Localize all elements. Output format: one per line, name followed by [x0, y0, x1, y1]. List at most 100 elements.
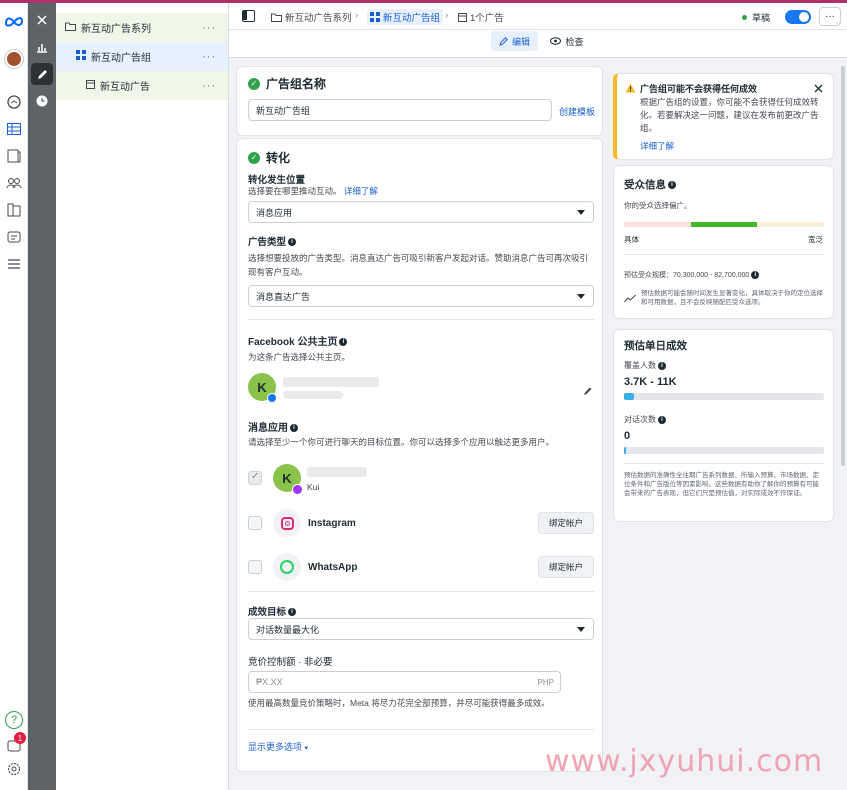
eye-icon: [550, 37, 562, 45]
whatsapp-checkbox[interactable]: [248, 560, 262, 574]
tree-campaign-more-icon[interactable]: ···: [202, 22, 216, 34]
audience-breadth-meter: [624, 222, 824, 227]
info-icon[interactable]: i: [751, 271, 760, 280]
audience-sub: 你的受众选择偏广。: [624, 201, 692, 210]
breadcrumb-ad-label: 1个广告: [470, 13, 504, 24]
location-select[interactable]: 消息应用: [248, 201, 594, 223]
pencil-edit-icon[interactable]: [31, 63, 53, 85]
ad-type-select-value: 消息直达广告: [256, 291, 311, 302]
ad-type-sub: 选择想要投放的广告类型。消息直达广告可吸引新客户发起对话。赞助消息广告可再次吸引…: [248, 253, 589, 277]
info-icon[interactable]: i: [668, 181, 676, 190]
messenger-badge-icon: [292, 484, 303, 495]
page-avatar-letter: K: [257, 379, 267, 395]
tab-review-label: 检查: [565, 36, 584, 47]
fb-page-sub: 为这条广告选择公共主页。: [248, 352, 351, 362]
redacted-page-id: [283, 391, 343, 399]
tree-ad-more-icon[interactable]: ···: [202, 80, 216, 92]
daily-title: 预估单日成效: [624, 340, 687, 352]
publish-toggle[interactable]: [785, 10, 811, 24]
folder-icon: [271, 13, 282, 22]
edit-page-pencil-icon[interactable]: [583, 385, 593, 399]
ad-type-label-text: 广告类型: [248, 237, 287, 248]
whatsapp-bind-account-button[interactable]: 绑定帐户: [538, 556, 594, 578]
goal-label: 成效目标 i: [248, 604, 297, 618]
folder-icon: [65, 22, 76, 34]
dashboard-icon[interactable]: [4, 92, 24, 112]
chart-icon[interactable]: [31, 36, 53, 58]
billing-icon[interactable]: [4, 227, 24, 247]
adset-name-input[interactable]: 新互动广告组: [248, 99, 552, 121]
info-icon[interactable]: i: [290, 424, 298, 433]
tree-adset-row[interactable]: 新互动广告组 ···: [56, 42, 228, 71]
help-icon[interactable]: ?: [4, 710, 24, 730]
reach-value: 3.7K - 11K: [624, 376, 677, 388]
instagram-label: Instagram: [308, 518, 356, 529]
caret-down-icon: ▾: [304, 745, 309, 752]
redacted-page-name: [283, 377, 379, 387]
clock-history-icon[interactable]: [31, 90, 53, 112]
tree-ad-row[interactable]: 新互动广告 ···: [56, 71, 228, 100]
reach-bar-fill: [624, 393, 634, 400]
info-icon[interactable]: i: [288, 238, 297, 247]
trend-icon: [624, 292, 636, 306]
instagram-icon: [273, 509, 301, 537]
messaging-label-text: 消息应用: [248, 423, 288, 434]
scrollbar[interactable]: [841, 66, 845, 466]
breadcrumb-campaign-label: 新互动广告系列: [285, 13, 352, 24]
adset-name-title: 广告组名称: [266, 77, 327, 91]
audience-left-label: 具体: [624, 235, 639, 244]
goal-select-value: 对话数量最大化: [256, 624, 320, 635]
messenger-checkbox[interactable]: ✓: [248, 471, 262, 485]
ad-type-select[interactable]: 消息直达广告: [248, 285, 594, 307]
audience-icon[interactable]: [4, 173, 24, 193]
goal-select[interactable]: 对话数量最大化: [248, 618, 594, 640]
ad-icon: [458, 12, 467, 22]
reach-label-text: 覆盖人数: [624, 361, 656, 370]
audience-note: 预估数据可能会随时间发生显著变化，具体取决于你的定位选择和可用数据，且不会反映随…: [641, 290, 823, 306]
ad-icon: [86, 79, 95, 92]
success-check-icon: ✓: [248, 77, 260, 90]
notifications-icon[interactable]: 1: [4, 732, 26, 756]
bid-placeholder: ₱X.XX: [256, 677, 283, 687]
tab-edit[interactable]: 编辑: [491, 31, 538, 51]
info-icon[interactable]: i: [658, 415, 666, 424]
breadcrumb-ad[interactable]: 1个广告: [458, 9, 504, 25]
location-sub-text: 选择要在哪里推动互动。: [248, 186, 342, 196]
chevron-down-icon: [577, 210, 585, 215]
tree-campaign-row[interactable]: 新互动广告系列 ···: [56, 13, 228, 42]
close-icon[interactable]: [31, 9, 53, 31]
breadcrumb-campaign[interactable]: 新互动广告系列: [271, 9, 352, 25]
info-icon[interactable]: i: [339, 338, 348, 347]
show-more-options-label: 显示更多选项: [248, 742, 303, 752]
conversion-card: ✓ 转化 转化发生位置 选择要在哪里推动互动。 详细了解 消息应用 广告类型 i …: [236, 138, 603, 772]
menu-icon[interactable]: [4, 254, 24, 274]
more-options-button[interactable]: ···: [819, 7, 841, 26]
catalog-icon[interactable]: [4, 200, 24, 220]
bid-input[interactable]: ₱X.XX PHP: [248, 671, 561, 693]
show-more-options-link[interactable]: 显示更多选项 ▾: [248, 740, 308, 753]
instagram-checkbox[interactable]: [248, 516, 262, 530]
settings-gear-icon[interactable]: [4, 759, 24, 779]
conversations-label: 对话次数 i: [624, 413, 666, 427]
adset-grid-icon: [76, 50, 86, 63]
success-check-icon: ✓: [248, 151, 260, 164]
campaigns-table-icon[interactable]: [4, 119, 24, 139]
chevron-right-icon: ›: [445, 10, 449, 21]
warning-learn-more-link[interactable]: 详细了解: [640, 140, 674, 152]
learn-more-link[interactable]: 详细了解: [344, 186, 378, 196]
left-rail: ? 1: [0, 3, 28, 790]
avatar[interactable]: [4, 49, 24, 69]
tab-review[interactable]: 检查: [547, 31, 587, 51]
breadcrumb-adset[interactable]: 新互动广告组: [367, 9, 444, 25]
instagram-bind-account-button[interactable]: 绑定帐户: [538, 512, 594, 534]
info-icon[interactable]: i: [658, 361, 666, 370]
close-warning-icon[interactable]: [814, 82, 823, 96]
create-template-link[interactable]: 创建模板: [559, 105, 595, 118]
info-icon[interactable]: i: [288, 608, 297, 617]
pages-icon[interactable]: [4, 146, 24, 166]
editor-toolbar: [28, 3, 56, 790]
daily-results-card: 预估单日成效 覆盖人数 i 3.7K - 11K 对话次数 i 0 预估数据的准确性…: [613, 329, 834, 522]
tree-adset-more-icon[interactable]: ···: [202, 51, 216, 63]
meta-logo-icon[interactable]: [4, 11, 24, 31]
toggle-panel-icon[interactable]: [242, 10, 255, 22]
